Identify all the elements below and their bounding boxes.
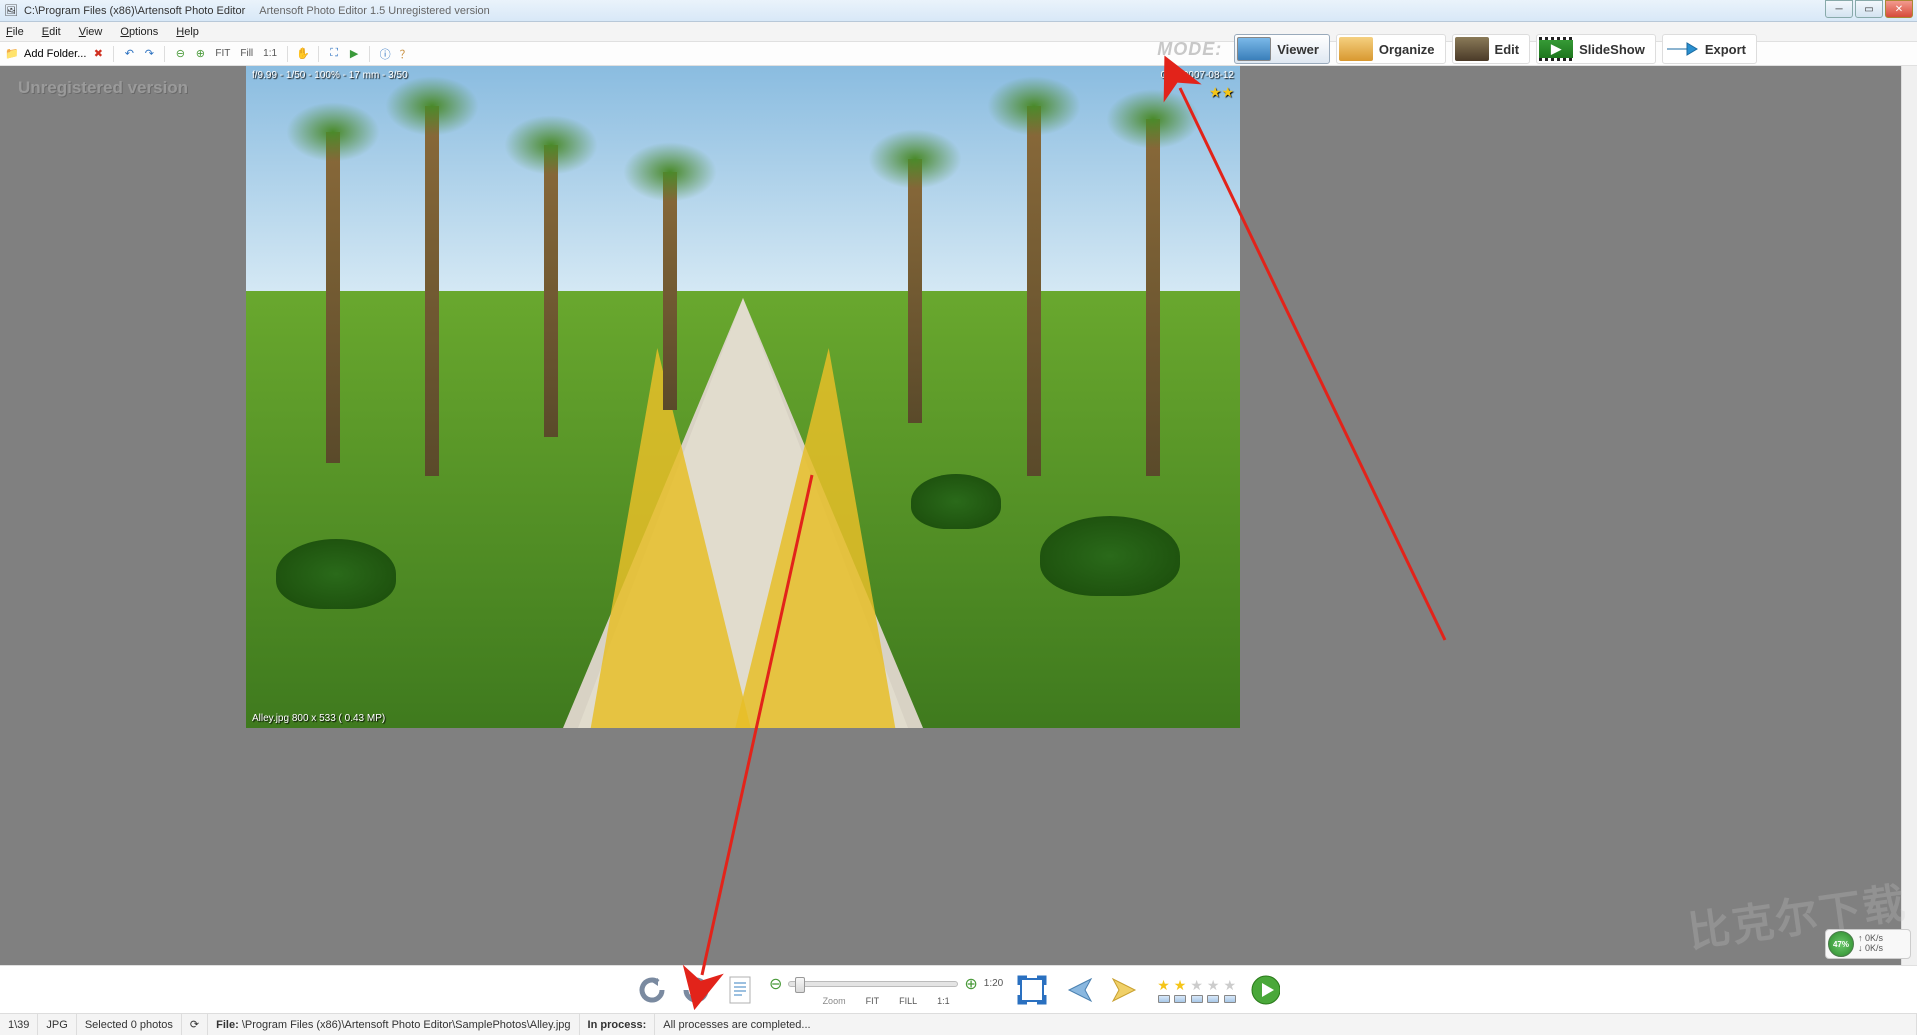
document-button[interactable] [725,975,755,1005]
next-button[interactable] [1109,975,1143,1005]
mode-switcher: MODE: Viewer Organize Edit ▶ SlideShow E… [1157,34,1757,64]
fullscreen-icon[interactable]: ⛶ [326,46,342,62]
zoom-slider-group: ⊖ ⊕ 1:20 [769,974,1003,994]
viewer-area: Unregistered version f/9.99 - 1/50 - 100… [0,66,1901,965]
separator [113,46,114,62]
status-process: In process: [580,1014,656,1035]
zoom-fit-button[interactable]: FIT [212,46,233,61]
close-button[interactable]: ✕ [1885,0,1913,18]
export-icon [1665,37,1699,61]
zoom-label: Zoom [823,996,846,1006]
title-path: C:\Program Files (x86)\Artensoft Photo E… [24,5,245,17]
mode-organize-label: Organize [1379,42,1435,57]
status-process-msg: All processes are completed... [655,1014,1917,1035]
edit-icon [1455,37,1489,61]
add-folder-icon[interactable]: 📁 [4,46,20,62]
separator [369,46,370,62]
bottom-controls: ⊖ ⊕ 1:20 Zoom FIT FILL 1:1 ★ ★ ★ ★ ★ [0,965,1917,1013]
menu-edit[interactable]: Edit [42,26,61,38]
menu-file[interactable]: File [6,26,24,38]
hand-icon[interactable]: ✋ [295,46,311,62]
zoom-out-small-icon[interactable]: ⊖ [769,974,782,994]
status-selected: Selected 0 photos [77,1014,182,1035]
organize-icon [1339,37,1373,61]
mode-slideshow-label: SlideShow [1579,42,1645,57]
zoom-fit-label[interactable]: FIT [866,996,880,1006]
mode-export-button[interactable]: Export [1662,34,1757,64]
mode-edit-label: Edit [1495,42,1520,57]
fullscreen-big-button[interactable] [1017,975,1047,1005]
slideshow-icon: ▶ [1539,37,1573,61]
play-big-button[interactable] [1250,975,1280,1005]
undo-icon[interactable]: ↶ [121,46,137,62]
photo-date-overlay: 0:00 2007-08-12 [1161,70,1234,81]
zoom-slider-thumb[interactable] [795,977,805,993]
separator [287,46,288,62]
info-icon[interactable]: ⓘ [377,46,393,62]
prev-button[interactable] [1061,975,1095,1005]
separator [164,46,165,62]
app-icon: 🖼 [4,4,18,17]
rotate-right-button[interactable] [681,975,711,1005]
rating-3-button[interactable]: ★ [1190,977,1203,1003]
unregistered-watermark: Unregistered version [18,78,188,98]
menu-options[interactable]: Options [120,26,158,38]
status-count: 1\39 [0,1014,38,1035]
zoom-slider[interactable] [788,981,958,987]
maximize-button[interactable]: ▭ [1855,0,1883,18]
network-percent: 47% [1828,931,1854,957]
status-spinner-icon: ⟳ [182,1014,208,1035]
separator [318,46,319,62]
mode-edit-button[interactable]: Edit [1452,34,1531,64]
mode-export-label: Export [1705,42,1746,57]
mode-organize-button[interactable]: Organize [1336,34,1446,64]
toolbar: 📁 Add Folder... ✖ ↶ ↷ ⊖ ⊕ FIT Fill 1:1 ✋… [0,42,1917,66]
status-bar: 1\39 JPG Selected 0 photos ⟳ File: \Prog… [0,1013,1917,1035]
rating-4-button[interactable]: ★ [1207,977,1220,1003]
photo-exif-overlay: f/9.99 - 1/50 - 100% - 17 mm - 3/50 [252,70,408,81]
play-icon[interactable]: ▶ [346,46,362,62]
mode-label: MODE: [1157,39,1222,60]
vertical-scrollbar[interactable] [1901,66,1917,965]
status-file: File: \Program Files (x86)\Artensoft Pho… [208,1014,579,1035]
zoom-out-icon[interactable]: ⊖ [172,46,188,62]
menu-view[interactable]: View [79,26,103,38]
menu-help[interactable]: Help [176,26,199,38]
photo-info-overlay: Alley.jpg 800 x 533 ( 0.43 MP) [252,713,385,724]
network-down: ↓ 0K/s [1858,944,1883,954]
rating-1-button[interactable]: ★ [1157,977,1170,1003]
zoom-ratio-label: 1:20 [984,978,1003,989]
zoom-fill-button[interactable]: Fill [237,46,256,61]
help-icon[interactable]: ？ [397,46,413,62]
delete-icon[interactable]: ✖ [90,46,106,62]
zoom-11-label[interactable]: 1:1 [937,996,950,1006]
minimize-button[interactable]: ─ [1825,0,1853,18]
add-folder-button[interactable]: Add Folder... [24,48,86,60]
mode-viewer-label: Viewer [1277,42,1319,57]
rating-buttons: ★ ★ ★ ★ ★ [1157,977,1236,1003]
mode-viewer-button[interactable]: Viewer [1234,34,1330,64]
rating-5-button[interactable]: ★ [1223,977,1236,1003]
zoom-in-icon[interactable]: ⊕ [192,46,208,62]
viewer-icon [1237,37,1271,61]
status-format: JPG [38,1014,76,1035]
zoom-fill-label[interactable]: FILL [899,996,917,1006]
redo-icon[interactable]: ↷ [141,46,157,62]
zoom-in-small-icon[interactable]: ⊕ [964,974,977,994]
rotate-left-button[interactable] [637,975,667,1005]
photo-canvas[interactable]: f/9.99 - 1/50 - 100% - 17 mm - 3/50 0:00… [246,66,1240,728]
mode-slideshow-button[interactable]: ▶ SlideShow [1536,34,1656,64]
rating-2-button[interactable]: ★ [1174,977,1187,1003]
zoom-11-button[interactable]: 1:1 [260,46,280,61]
network-widget[interactable]: 47% ↑ 0K/s ↓ 0K/s [1825,929,1911,959]
title-app: Artensoft Photo Editor 1.5 Unregistered … [259,5,490,17]
title-bar: 🖼 C:\Program Files (x86)\Artensoft Photo… [0,0,1917,22]
photo-rating-overlay: ★★ [1209,84,1234,101]
